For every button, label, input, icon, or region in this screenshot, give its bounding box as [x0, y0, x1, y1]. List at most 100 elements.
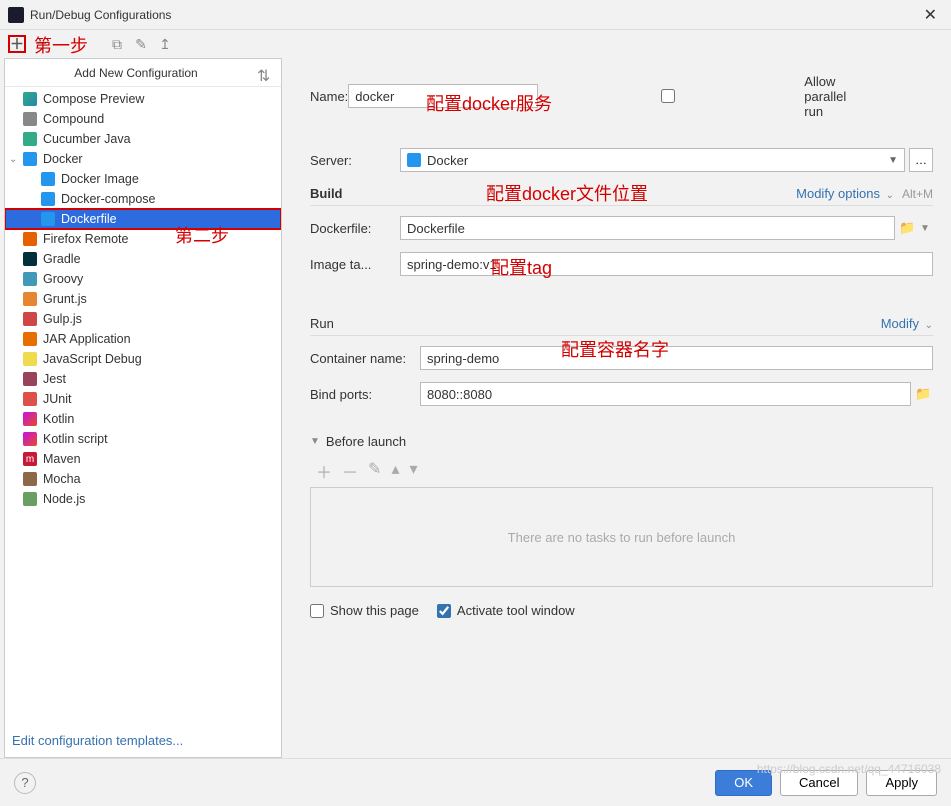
edit-templates-link[interactable]: Edit configuration templates... — [12, 733, 183, 748]
server-select[interactable]: Docker ▼ — [400, 148, 905, 172]
tree-item-label: Jest — [43, 372, 66, 386]
tree-item-label: Gulp.js — [43, 312, 82, 326]
icon-compose — [23, 92, 37, 106]
container-name-input[interactable] — [420, 346, 933, 370]
container-name-label: Container name: — [310, 351, 420, 366]
sidebar-header: Add New Configuration ⇅ — [5, 59, 281, 87]
bind-ports-input[interactable] — [420, 382, 911, 406]
tree-item-label: Cucumber Java — [43, 132, 131, 146]
name-input[interactable] — [348, 84, 538, 108]
icon-docker — [41, 212, 55, 226]
tree-item-junit[interactable]: JUnit — [5, 389, 281, 409]
activate-window-check[interactable]: Activate tool window — [437, 603, 575, 618]
tree-item-compound[interactable]: Compound — [5, 109, 281, 129]
help-button[interactable]: ? — [14, 772, 36, 794]
image-tag-label: Image ta... — [310, 257, 400, 272]
close-button[interactable]: ✕ — [918, 3, 943, 27]
annotation-step1: 第一步 — [34, 32, 88, 58]
tree-item-grunt-js[interactable]: Grunt.js — [5, 289, 281, 309]
filter-icon[interactable]: ⇅ — [257, 66, 271, 80]
remove-task-button: － — [342, 459, 358, 483]
store-as-file-check[interactable]: Store as project file — [864, 66, 951, 126]
folder-icon[interactable]: 📁 — [899, 220, 917, 236]
bind-ports-label: Bind ports: — [310, 387, 420, 402]
watermark: https://blog.csdn.net/qq_44716038 — [757, 762, 941, 776]
tree-item-javascript-debug[interactable]: JavaScript Debug — [5, 349, 281, 369]
build-section: Build Modify options ⌄ Alt+M — [310, 186, 933, 206]
docker-icon — [407, 153, 421, 167]
allow-parallel-check[interactable]: Allow parallel run — [538, 66, 846, 126]
icon-maven: m — [23, 452, 37, 466]
tree-item-label: Compound — [43, 112, 104, 126]
tree-item-groovy[interactable]: Groovy — [5, 269, 281, 289]
name-label: Name: — [310, 89, 348, 104]
run-section: Run Modify ⌄ — [310, 316, 933, 336]
show-page-check[interactable]: Show this page — [310, 603, 419, 618]
tree-item-label: Docker — [43, 152, 83, 166]
tree-item-label: Gradle — [43, 252, 81, 266]
before-launch-toolbar: ＋ － ✎ ▴ ▾ — [310, 455, 933, 487]
icon-jar — [23, 332, 37, 346]
icon-junit — [23, 392, 37, 406]
tree-item-label: Grunt.js — [43, 292, 87, 306]
tree-item-kotlin-script[interactable]: Kotlin script — [5, 429, 281, 449]
run-modify-options[interactable]: Modify ⌄ — [881, 316, 933, 331]
icon-kotlin — [23, 432, 37, 446]
tree-item-kotlin[interactable]: Kotlin — [5, 409, 281, 429]
edit-config-button[interactable]: ✎ — [132, 35, 150, 53]
tree-item-gradle[interactable]: Gradle — [5, 249, 281, 269]
tree-item-label: Dockerfile — [61, 212, 117, 226]
icon-jsdebug — [23, 352, 37, 366]
before-launch-list: There are no tasks to run before launch — [310, 487, 933, 587]
chevron-down-icon: ▼ — [888, 155, 898, 166]
tree-item-cucumber-java[interactable]: Cucumber Java — [5, 129, 281, 149]
tree-item-label: Firefox Remote — [43, 232, 128, 246]
tree-item-label: Kotlin script — [43, 432, 108, 446]
tree-item-maven[interactable]: mMaven — [5, 449, 281, 469]
toolbar: ＋ － 第一步 ⧉ ✎ ↥ — [0, 30, 951, 58]
sidebar: Add New Configuration ⇅ Compose PreviewC… — [4, 58, 282, 758]
app-icon — [8, 7, 24, 23]
collapse-icon[interactable]: ▼ — [310, 436, 320, 447]
tree-item-label: Groovy — [43, 272, 83, 286]
tree-item-firefox-remote[interactable]: Firefox Remote — [5, 229, 281, 249]
server-label: Server: — [310, 153, 400, 168]
icon-docker — [41, 172, 55, 186]
tree-item-label: Docker-compose — [61, 192, 155, 206]
folder-icon[interactable]: 📁 — [915, 386, 933, 402]
titlebar: Run/Debug Configurations ✕ — [0, 0, 951, 30]
dockerfile-input[interactable] — [400, 216, 895, 240]
tree-item-jar-application[interactable]: JAR Application — [5, 329, 281, 349]
icon-docker — [23, 152, 37, 166]
icon-groovy — [23, 272, 37, 286]
icon-cucumber — [23, 132, 37, 146]
tree-item-jest[interactable]: Jest — [5, 369, 281, 389]
icon-node — [23, 492, 37, 506]
move-up-button[interactable]: ↥ — [156, 35, 174, 53]
tree-item-docker-compose[interactable]: Docker-compose — [5, 189, 281, 209]
tree-item-gulp-js[interactable]: Gulp.js — [5, 309, 281, 329]
tree-item-label: JUnit — [43, 392, 71, 406]
icon-compound — [23, 112, 37, 126]
tree-item-label: Docker Image — [61, 172, 139, 186]
tree-item-node-js[interactable]: Node.js — [5, 489, 281, 509]
add-config-button[interactable]: ＋ — [8, 35, 26, 53]
image-tag-input[interactable] — [400, 252, 933, 276]
tree-item-compose-preview[interactable]: Compose Preview — [5, 89, 281, 109]
window-title: Run/Debug Configurations — [30, 8, 918, 22]
add-task-button[interactable]: ＋ — [316, 459, 332, 483]
tree-item-mocha[interactable]: Mocha — [5, 469, 281, 489]
config-tree: Compose Preview Compound Cucumber Java ⌄Doc… — [5, 87, 281, 757]
icon-grunt — [23, 292, 37, 306]
tree-item-label: JavaScript Debug — [43, 352, 142, 366]
icon-firefox — [23, 232, 37, 246]
icon-gulp — [23, 312, 37, 326]
build-modify-options[interactable]: Modify options ⌄ — [796, 186, 894, 201]
server-browse-button[interactable]: … — [909, 148, 933, 172]
copy-config-button[interactable]: ⧉ — [108, 35, 126, 53]
tree-item-docker[interactable]: ⌄Docker — [5, 149, 281, 169]
chevron-down-icon[interactable]: ▼ — [917, 223, 933, 234]
tree-item-docker-image[interactable]: Docker Image — [5, 169, 281, 189]
tree-item-dockerfile[interactable]: Dockerfile — [5, 209, 281, 229]
tree-item-label: JAR Application — [43, 332, 131, 346]
